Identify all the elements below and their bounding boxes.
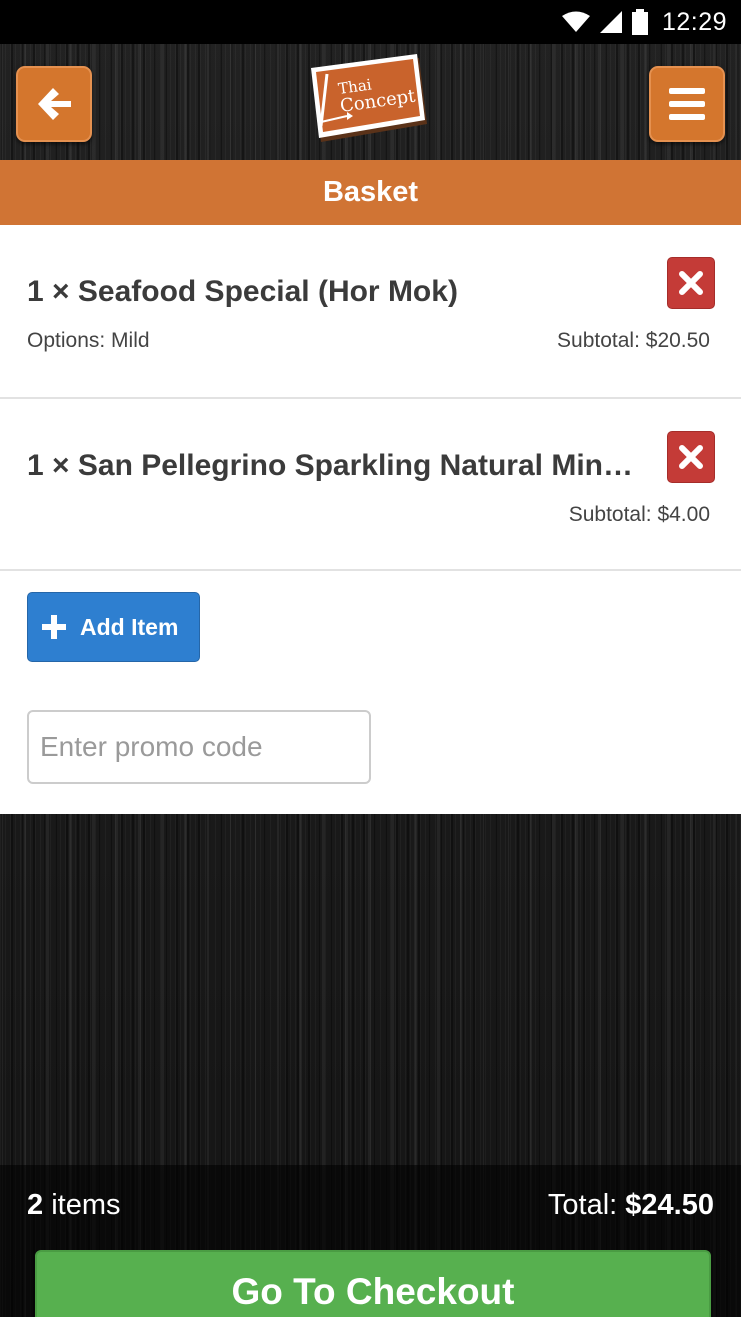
total-label: Total: xyxy=(547,1189,626,1221)
checkout-button[interactable]: Go To Checkout xyxy=(35,1250,711,1317)
status-bar: 12:29 xyxy=(0,0,741,44)
item-subtotal: Subtotal: $20.50 xyxy=(557,329,710,352)
promo-code-input[interactable] xyxy=(27,710,371,784)
remove-item-button[interactable] xyxy=(667,431,715,483)
page-title: Basket xyxy=(0,160,741,225)
checkout-label: Go To Checkout xyxy=(231,1271,515,1312)
signal-icon xyxy=(599,11,622,33)
hamburger-menu-icon xyxy=(669,88,705,120)
arrow-left-icon xyxy=(38,88,71,120)
remove-item-button[interactable] xyxy=(667,257,715,309)
status-time: 12:29 xyxy=(661,7,727,36)
item-options: Options: Mild xyxy=(27,329,150,352)
basket-item: 1 × Seafood Special (Hor Mok) Options: M… xyxy=(0,225,741,399)
add-item-button[interactable]: Add Item xyxy=(27,592,200,662)
basket-content: 1 × Seafood Special (Hor Mok) Options: M… xyxy=(0,225,741,814)
basket-item: 1 × San Pellegrino Sparkling Natural Min… xyxy=(0,399,741,571)
thai-concept-logo[interactable]: Thai Concept xyxy=(307,54,433,146)
total-value: $24.50 xyxy=(625,1189,714,1221)
status-icons xyxy=(561,9,648,35)
item-count-label: items xyxy=(43,1189,121,1221)
close-icon xyxy=(679,271,703,295)
item-name: 1 × Seafood Special (Hor Mok) xyxy=(27,275,458,308)
item-subtotal: Subtotal: $4.00 xyxy=(568,503,710,526)
basket-footer: 2 items Total: $24.50 Go To Checkout xyxy=(0,1165,741,1317)
wifi-icon xyxy=(561,11,590,32)
logo-graphic: Thai Concept xyxy=(311,54,427,142)
battery-icon xyxy=(631,9,648,35)
basket-total: Total: $24.50 xyxy=(548,1189,714,1222)
plus-icon xyxy=(42,615,66,639)
item-count: 2 items xyxy=(27,1189,120,1222)
back-button[interactable] xyxy=(16,66,92,142)
item-name: 1 × San Pellegrino Sparkling Natural Min… xyxy=(27,449,639,482)
app-header: Thai Concept xyxy=(0,44,741,160)
add-item-label: Add Item xyxy=(80,613,179,640)
close-icon xyxy=(679,445,703,469)
menu-button[interactable] xyxy=(649,66,725,142)
item-count-number: 2 xyxy=(27,1189,44,1221)
